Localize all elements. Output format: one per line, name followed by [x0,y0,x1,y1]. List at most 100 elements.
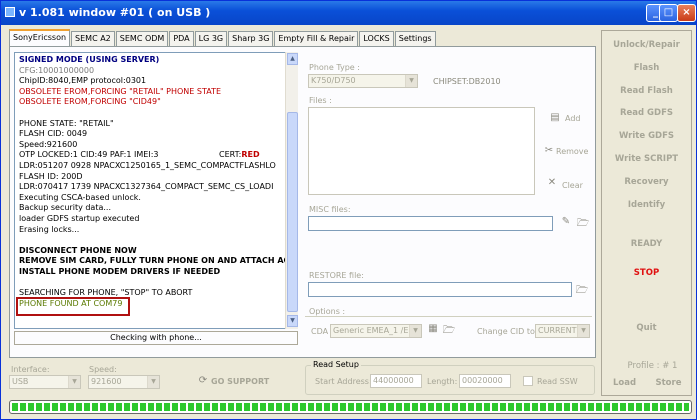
cid-chevron-icon: ▼ [577,325,589,337]
log-line: OBSOLETE EROM,FORCING "CID49" [19,97,161,107]
scissors-icon: ✂ [544,145,554,156]
read-ssw-checkbox[interactable] [523,376,533,386]
read-ssw-label: Read SSW [537,377,578,386]
pencil-icon[interactable]: ✎ [558,216,574,230]
tab-sonyericsson[interactable]: SonyEricsson [9,29,71,46]
folder-open-icon[interactable]: 🗁 [575,216,591,230]
tab-empty-fill-repair[interactable]: Empty Fill & Repair [274,31,359,46]
cda-select[interactable]: Generic EMEA_1 /EM ▼ [330,324,422,338]
close-button[interactable]: × [677,4,696,22]
start-address-input[interactable]: 44000000 [370,374,422,388]
clear-button[interactable]: Clear [562,181,583,190]
write-gdfs-button[interactable]: Write GDFS [602,131,691,141]
identify-button[interactable]: Identify [602,200,691,210]
add-button[interactable]: Add [565,114,581,123]
tab-semc-a2[interactable]: SEMC A2 [71,31,115,46]
cda-folder-icon[interactable]: 🗁 [441,323,457,337]
action-panel: READY STOP Quit Profile : # 1 Load Store… [601,30,692,396]
files-label: Files : [309,96,332,105]
remove-button[interactable]: Remove [556,147,588,156]
change-cid-select[interactable]: CURRENT ▼ [535,324,590,338]
phone-type-select[interactable]: K750/D750 ▼ [308,74,418,88]
speed-select[interactable]: 921600 ▼ [88,375,160,389]
start-address-label: Start Address: [315,377,372,386]
stop-button[interactable]: STOP [602,268,691,278]
log-line: INSTALL PHONE MODEM DRIVERS IF NEEDED [19,266,221,276]
recovery-button[interactable]: Recovery [602,177,691,187]
interface-label: Interface: [11,365,50,374]
tab-lg-3g[interactable]: LG 3G [194,31,228,46]
interface-select[interactable]: USB ▼ [9,375,81,389]
log-line: Executing CSCA-based unlock. [19,192,141,202]
files-list[interactable] [308,107,535,195]
clear-x-icon: ✕ [547,177,557,188]
log-scrollbar[interactable]: ▲ ▼ [285,52,298,329]
title-bar[interactable]: v 1.081 window #01 ( on USB ) _ □ × [1,1,696,25]
cda-chip-icon[interactable]: ▦ [425,323,441,337]
window-title: v 1.081 window #01 ( on USB ) [19,6,211,19]
chipset-label: CHIPSET:DB2010 [433,77,501,86]
options-divider [305,316,592,317]
unlock-repair-button[interactable]: Unlock/Repair [602,40,691,50]
read-setup-title: Read Setup [311,360,361,369]
misc-files-input[interactable] [308,216,553,231]
scroll-down-icon[interactable]: ▼ [287,315,298,327]
log-line: Backup security data... [19,203,111,213]
interface-value: USB [12,377,29,386]
main-window: v 1.081 window #01 ( on USB ) _ □ × Sony… [0,0,697,420]
store-button[interactable]: Store [624,378,697,388]
interface-chevron-icon: ▼ [68,376,80,388]
read-gdfs-button[interactable]: Read GDFS [602,108,691,118]
restore-folder-icon[interactable]: 🗁 [574,283,590,297]
log-line: REMOVE SIM CARD, FULLY TURN PHONE ON AND… [19,256,298,266]
maximize-button[interactable]: □ [659,4,678,22]
cda-value: Generic EMEA_1 /EM [333,326,416,335]
speed-value: 921600 [91,377,122,386]
minimize-icon: _ [653,7,658,18]
log-line: SIGNED MODE (USING SERVER) [19,55,160,64]
scroll-thumb[interactable] [287,112,298,312]
log-line: OBSOLETE EROM,FORCING "RETAIL" PHONE STA… [19,86,222,96]
change-cid-label: Change CID to [477,327,535,336]
log-line: loader GDFS startup executed [19,213,140,223]
log-console[interactable]: SIGNED MODE (USING SERVER) CFG:1000100000… [14,52,298,329]
folder-add-icon: ▤ [550,112,560,123]
tab-semc-odm[interactable]: SEMC ODM [115,31,169,46]
log-line: OTP LOCKED:1 CID:49 PAF:1 IMEI:3 CERT:RE… [19,150,260,160]
cid-value: CURRENT [538,326,577,335]
tab-locks[interactable]: LOCKS [359,31,394,46]
close-icon: × [682,7,691,18]
restore-file-input[interactable] [308,282,572,297]
cda-label: CDA [311,327,329,336]
log-line: LDR:051207 0928 NPACXC1250165_1_SEMC_COM… [19,160,276,170]
log-line: FLASH ID: 200D [19,171,83,181]
ready-label: READY [630,239,663,249]
phone-type-value: K750/D750 [311,76,356,85]
tab-pda[interactable]: PDA [169,31,194,46]
scroll-up-icon[interactable]: ▲ [287,53,298,65]
go-support-button[interactable]: GO SUPPORT [211,377,269,386]
log-line: LDR:070417 1739 NPACXC1327364_COMPACT_SE… [19,182,274,192]
options-label: Options : [309,307,346,316]
maximize-icon: □ [663,7,674,18]
phone-type-label: Phone Type : [309,63,360,72]
read-flash-button[interactable]: Read Flash [602,86,691,96]
length-label: Length: [427,377,458,386]
tab-sharp-3g[interactable]: Sharp 3G [228,31,274,46]
length-input[interactable]: 00020000 [459,374,511,388]
tab-settings[interactable]: Settings [394,31,436,46]
quit-button[interactable]: Quit [602,323,691,333]
progress-bar [9,400,692,414]
speed-label: Speed: [89,365,117,374]
progress-fill [12,403,689,411]
write-script-button[interactable]: Write SCRIPT [602,154,691,164]
status-bar: Checking with phone... [14,331,298,345]
log-line: CFG:10001000000 [19,65,95,75]
flash-button[interactable]: Flash [602,63,691,73]
profile-label: Profile : # 1 [627,361,678,371]
restore-file-label: RESTORE file: [309,271,364,280]
chevron-down-icon: ▼ [405,75,417,87]
